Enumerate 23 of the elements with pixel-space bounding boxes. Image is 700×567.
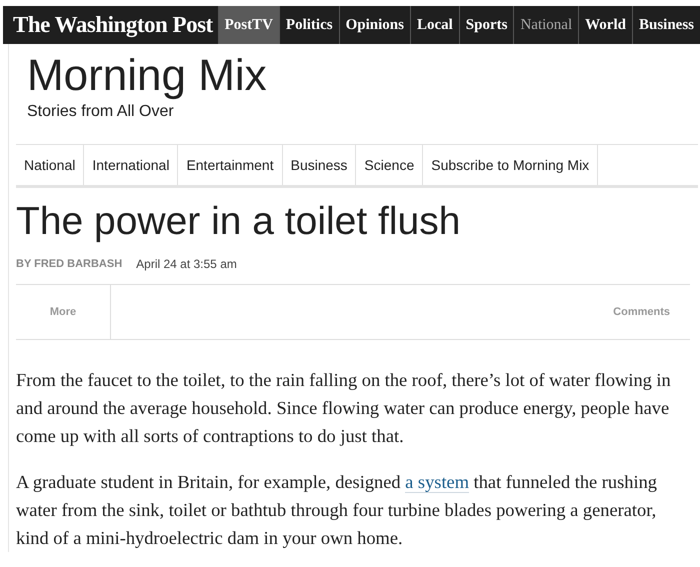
date: April 24 at 3:55 am [136, 256, 237, 273]
article-paragraph: From the faucet to the toilet, to the rain falling on the roof, there’s lot of water flowing in and around the average household. Since flowing water can produce energy, people have come up with all sorts of contraptions to do just that. [16, 369, 672, 448]
section-link[interactable]: Business [282, 145, 356, 185]
site-logo[interactable]: The Washington Post [3, 6, 218, 44]
section-link[interactable]: International [84, 145, 178, 185]
section-link[interactable]: Science [356, 145, 424, 185]
section-link[interactable]: Subscribe to Morning Mix [423, 145, 598, 185]
nav-tab[interactable]: National [513, 6, 578, 44]
nav-tab[interactable]: Local [410, 6, 459, 44]
nav-tab[interactable]: Opinions [338, 6, 410, 44]
nav-tab[interactable]: Business [632, 6, 700, 44]
section-link[interactable]: National [16, 145, 84, 185]
nav-tab[interactable]: World [578, 6, 632, 44]
nav-tab[interactable]: Politics [278, 6, 339, 44]
blog-subtitle: Stories from All Over [27, 102, 175, 122]
section-link[interactable]: Entertainment [178, 145, 283, 185]
article-headline: The power in a toilet flush [16, 200, 462, 244]
system-link[interactable]: a system [405, 472, 470, 493]
nav-tab[interactable]: PostTV [218, 6, 279, 44]
nav-tab[interactable]: Sports [458, 6, 514, 44]
article-paragraph: A graduate student in Britain, for example, designed a system that funneled the rushing water from the sink, toilet or bathtub through four turbine blades powering a generator, kind of a mini-hydroelectric dam in your own home. [16, 471, 658, 550]
blog-title: Morning Mix [27, 52, 268, 100]
byline: BY FRED BARBASH [16, 256, 122, 272]
